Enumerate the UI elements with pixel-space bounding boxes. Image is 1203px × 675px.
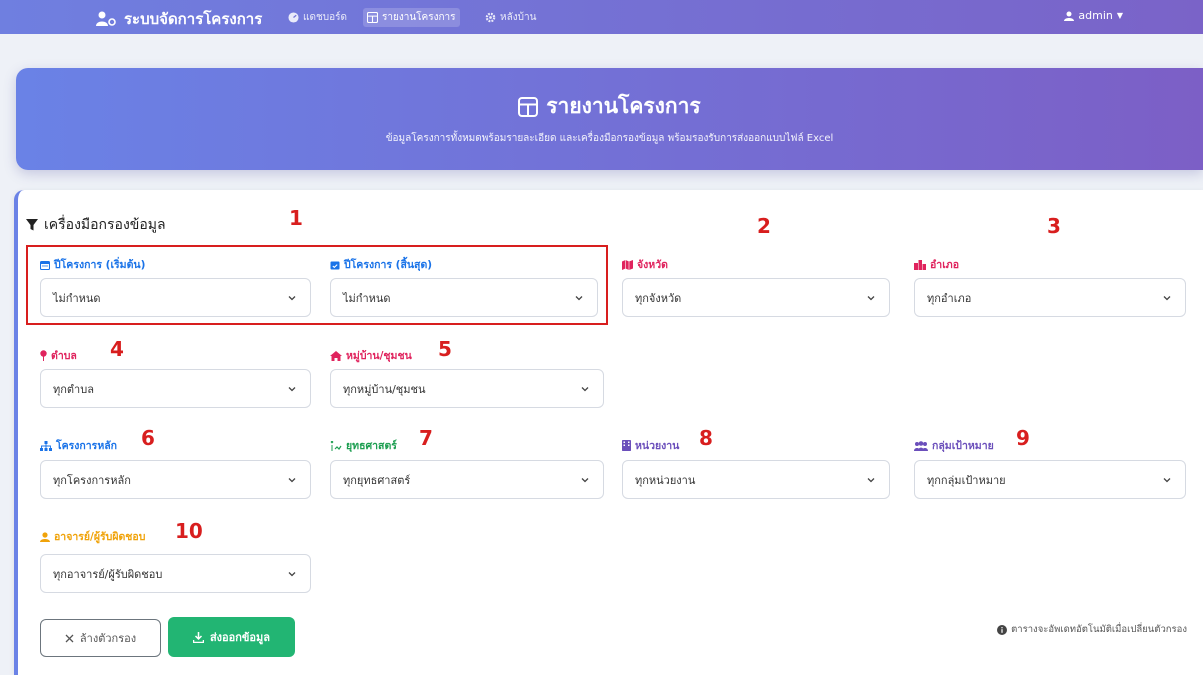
select-value: ทุกยุทธศาสตร์ (343, 473, 411, 487)
brand-name: ระบบจัดการโครงการ (124, 10, 263, 28)
pin-icon (40, 350, 47, 361)
nav-label: แดชบอร์ด (303, 12, 347, 23)
filter-title: เครื่องมือกรองข้อมูล (26, 214, 166, 236)
highlight-box (26, 245, 608, 325)
chevron-down-icon (579, 474, 591, 486)
annotation-2: 2 (757, 214, 771, 238)
select-value: ทุกหมู่บ้าน/ชุมชน (343, 382, 426, 396)
strategy-icon (330, 440, 342, 451)
label-text: โครงการหลัก (56, 440, 118, 452)
annotation-8: 8 (699, 426, 713, 450)
responsible-select[interactable]: ทุกอาจารย์/ผู้รับผิดชอบ (40, 554, 311, 593)
annotation-1: 1 (289, 206, 303, 230)
users-icon (914, 440, 928, 451)
note-text: ตารางจะอัพเดทอัตโนมัติเมื่อเปลี่ยนตัวกรอ… (1011, 624, 1187, 635)
caret-down-icon: ▼ (1116, 11, 1123, 20)
chevron-down-icon (865, 474, 877, 486)
map-icon (622, 259, 633, 270)
filter-title-text: เครื่องมือกรองข้อมูล (44, 217, 166, 233)
province-select[interactable]: ทุกจังหวัด (622, 278, 890, 317)
info-icon (997, 624, 1008, 635)
user-name: admin (1078, 9, 1113, 22)
select-value: ทุกอาจารย์/ผู้รับผิดชอบ (53, 567, 163, 581)
label-village: หมู่บ้าน/ชุมชน (330, 347, 412, 364)
nav-label: หลังบ้าน (500, 12, 537, 23)
label-agency: หน่วยงาน (622, 437, 679, 454)
district-select[interactable]: ทุกอำเภอ (914, 278, 1186, 317)
label-district: อำเภอ (914, 256, 959, 273)
chevron-down-icon (1161, 474, 1173, 486)
select-value: ทุกตำบล (53, 382, 94, 396)
page-subtitle: ข้อมูลโครงการทั้งหมดพร้อมรายละเอียด และเ… (385, 133, 834, 144)
annotation-4: 4 (110, 337, 124, 361)
label-province: จังหวัด (622, 256, 668, 273)
page-title: รายงานโครงการ (16, 90, 1203, 123)
target-group-select[interactable]: ทุกกลุ่มเป้าหมาย (914, 460, 1186, 499)
clear-label: ล้างตัวกรอง (79, 632, 137, 645)
gauge-icon (288, 12, 299, 23)
table-icon (367, 12, 378, 23)
subdistrict-select[interactable]: ทุกตำบล (40, 369, 311, 408)
brand[interactable]: ระบบจัดการโครงการ (96, 7, 262, 31)
select-value: ทุกอำเภอ (927, 291, 972, 305)
annotation-7: 7 (419, 426, 433, 450)
label-text: กลุ่มเป้าหมาย (932, 440, 994, 452)
top-navbar: ระบบจัดการโครงการ แดชบอร์ด รายงานโครงการ… (0, 0, 1203, 34)
nav-item-backend[interactable]: หลังบ้าน (481, 8, 540, 27)
table-icon (518, 96, 539, 117)
select-value: ทุกกลุ่มเป้าหมาย (927, 473, 1006, 487)
gear-icon (485, 12, 496, 23)
filter-icon (26, 219, 38, 231)
user-icon (40, 531, 50, 542)
building-icon (622, 440, 631, 451)
user-menu[interactable]: admin ▼ (1064, 9, 1123, 22)
annotation-6: 6 (141, 426, 155, 450)
auto-update-note: ตารางจะอัพเดทอัตโนมัติเมื่อเปลี่ยนตัวกรอ… (997, 622, 1187, 637)
chevron-down-icon (286, 474, 298, 486)
user-icon (1064, 11, 1075, 21)
export-button[interactable]: ส่งออกข้อมูล (168, 617, 295, 657)
select-value: ทุกหน่วยงาน (635, 473, 696, 487)
chevron-down-icon (286, 568, 298, 580)
users-cog-icon (96, 11, 118, 27)
chevron-down-icon (865, 292, 877, 304)
label-main-project: โครงการหลัก (40, 437, 117, 454)
home-icon (330, 350, 342, 361)
annotation-10: 10 (175, 519, 203, 543)
close-icon (65, 634, 74, 643)
label-strategy: ยุทธศาสตร์ (330, 437, 397, 454)
select-value: ทุกจังหวัด (635, 291, 682, 305)
nav-item-report[interactable]: รายงานโครงการ (363, 8, 460, 27)
sitemap-icon (40, 440, 52, 451)
nav-label: รายงานโครงการ (382, 12, 456, 23)
clear-filters-button[interactable]: ล้างตัวกรอง (40, 619, 161, 657)
export-label: ส่งออกข้อมูล (209, 631, 271, 644)
chevron-down-icon (579, 383, 591, 395)
annotation-9: 9 (1016, 426, 1030, 450)
annotation-5: 5 (438, 337, 452, 361)
label-responsible: อาจารย์/ผู้รับผิดชอบ (40, 528, 145, 545)
label-text: หมู่บ้าน/ชุมชน (346, 350, 412, 362)
page-title-text: รายงานโครงการ (546, 94, 701, 118)
label-text: ตำบล (51, 350, 77, 362)
village-select[interactable]: ทุกหมู่บ้าน/ชุมชน (330, 369, 604, 408)
page-header: รายงานโครงการ ข้อมูลโครงการทั้งหมดพร้อมร… (16, 68, 1203, 170)
chevron-down-icon (286, 383, 298, 395)
agency-select[interactable]: ทุกหน่วยงาน (622, 460, 890, 499)
main-project-select[interactable]: ทุกโครงการหลัก (40, 460, 311, 499)
label-text: หน่วยงาน (635, 440, 680, 452)
city-icon (914, 259, 926, 270)
nav-item-dashboard[interactable]: แดชบอร์ด (284, 8, 351, 27)
select-value: ทุกโครงการหลัก (53, 473, 131, 487)
chevron-down-icon (1161, 292, 1173, 304)
annotation-3: 3 (1047, 214, 1061, 238)
label-text: อาจารย์/ผู้รับผิดชอบ (54, 531, 146, 543)
download-icon (192, 631, 204, 643)
label-subdistrict: ตำบล (40, 347, 77, 364)
strategy-select[interactable]: ทุกยุทธศาสตร์ (330, 460, 604, 499)
label-text: จังหวัด (637, 259, 668, 271)
label-text: อำเภอ (930, 259, 960, 271)
label-target-group: กลุ่มเป้าหมาย (914, 437, 994, 454)
label-text: ยุทธศาสตร์ (346, 440, 397, 452)
